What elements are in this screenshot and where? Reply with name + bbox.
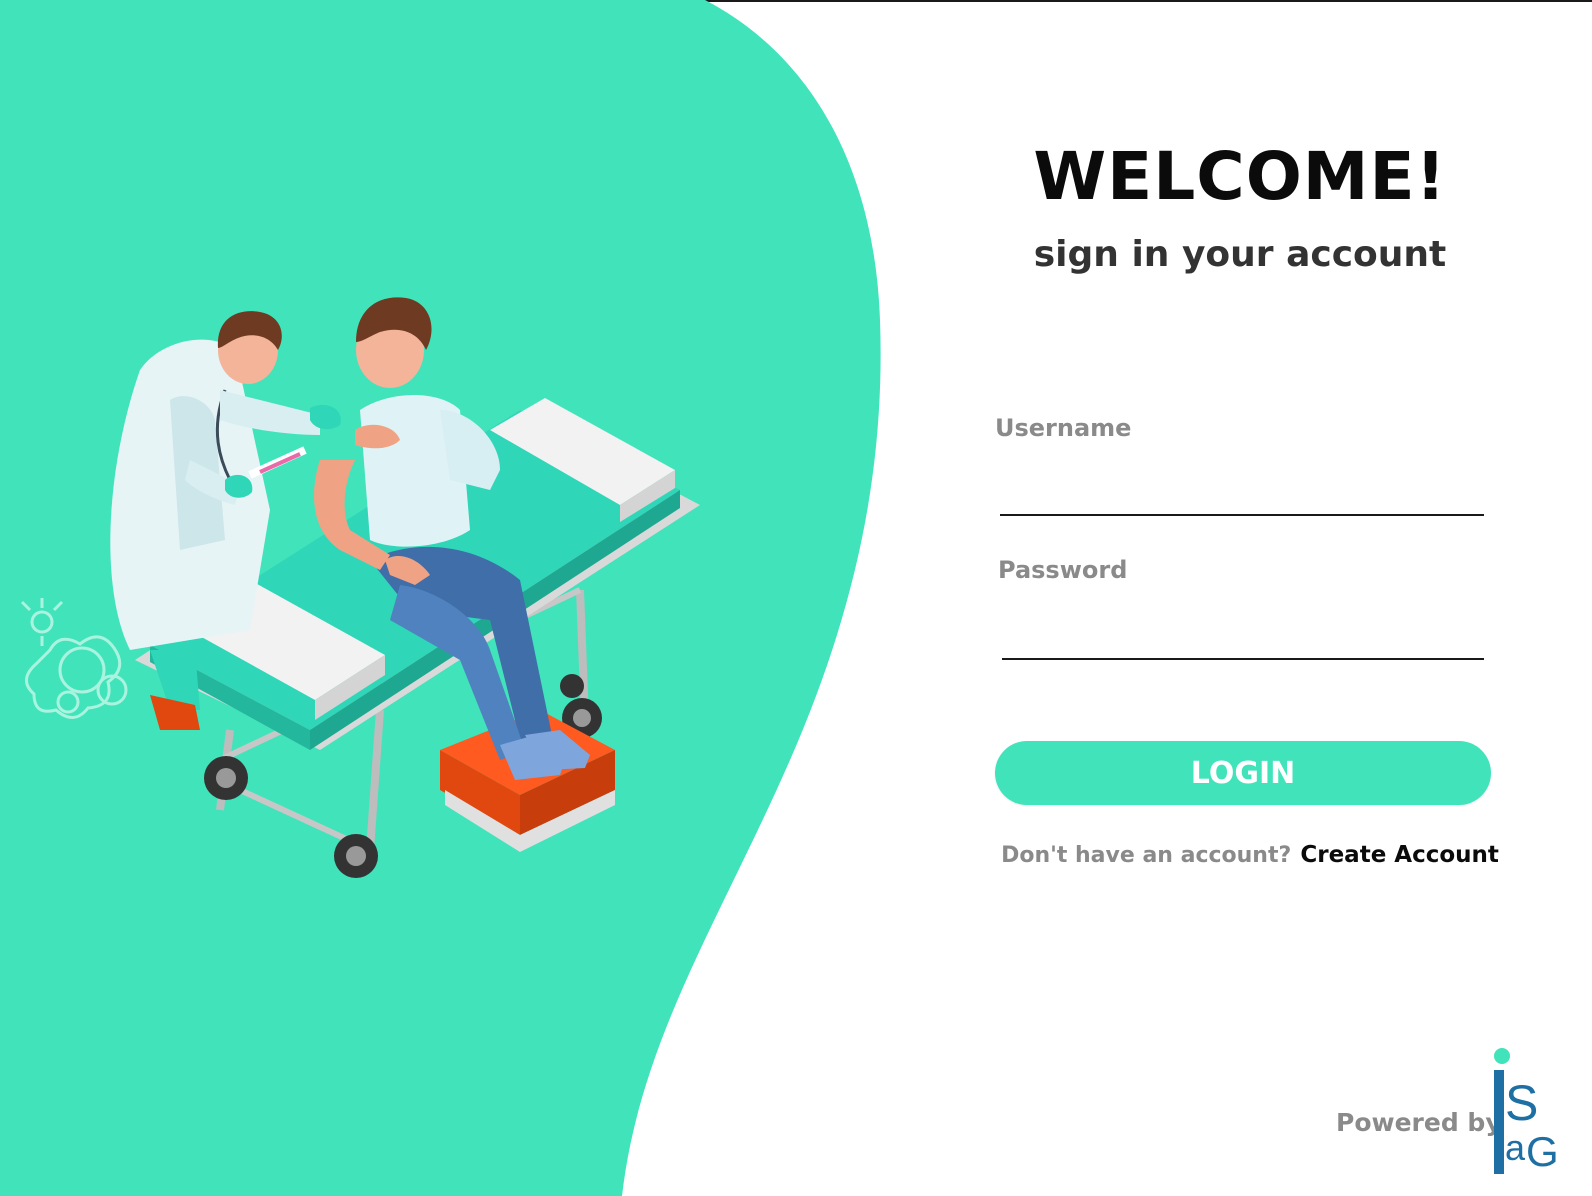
welcome-subtitle: sign in your account xyxy=(1033,234,1447,275)
virus-icon xyxy=(20,598,128,719)
svg-text:G: G xyxy=(1526,1128,1556,1175)
svg-text:S: S xyxy=(1505,1075,1538,1131)
create-account-link[interactable]: Create Account xyxy=(1300,842,1499,868)
username-label: Username xyxy=(995,414,1132,442)
powered-by-label: Powered by xyxy=(1336,1108,1502,1137)
svg-text:a: a xyxy=(1505,1127,1526,1168)
isag-logo: S a G xyxy=(1494,1048,1556,1175)
doctor-vaccinating-patient-illustration xyxy=(20,297,700,878)
signup-prompt: Don't have an account? xyxy=(1001,843,1292,868)
login-screen: WELCOME! sign in your account Username P… xyxy=(0,0,1592,1196)
username-input[interactable] xyxy=(1000,470,1484,516)
signup-row: Don't have an account? Create Account xyxy=(1000,842,1500,868)
login-button[interactable]: LOGIN xyxy=(995,741,1491,805)
welcome-title: WELCOME! xyxy=(1033,138,1447,215)
password-input[interactable] xyxy=(1002,614,1484,660)
password-label: Password xyxy=(998,556,1128,584)
